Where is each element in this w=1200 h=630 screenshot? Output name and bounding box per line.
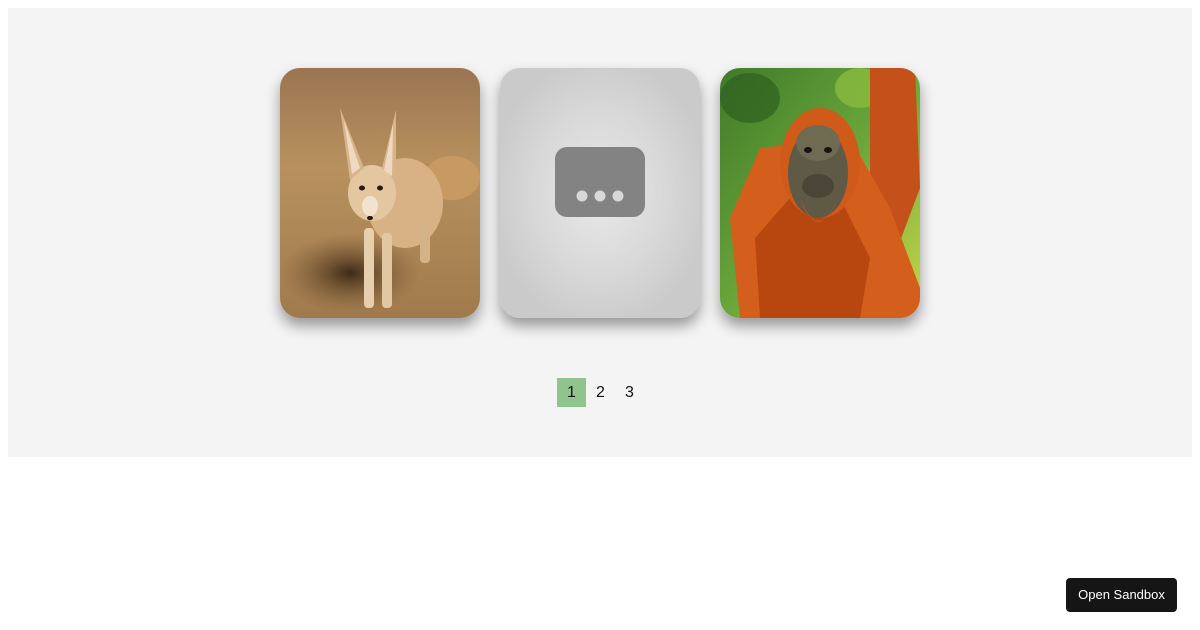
fox-card[interactable]	[280, 68, 480, 318]
carousel-stage: 1 2 3	[8, 8, 1192, 457]
page-2-button[interactable]: 2	[586, 378, 615, 407]
dot-icon	[612, 190, 624, 202]
orangutan-image	[720, 68, 920, 318]
open-sandbox-button[interactable]: Open Sandbox	[1066, 578, 1177, 612]
dot-icon	[576, 190, 588, 202]
loading-placeholder	[500, 68, 700, 318]
loading-card[interactable]	[500, 68, 700, 318]
page-3-button[interactable]: 3	[615, 378, 644, 407]
fox-image	[280, 68, 480, 318]
orangutan-card[interactable]	[720, 68, 920, 318]
page-1-button[interactable]: 1	[557, 378, 586, 407]
pagination: 1 2 3	[557, 378, 644, 407]
dot-icon	[594, 190, 606, 202]
card-row	[280, 68, 920, 318]
